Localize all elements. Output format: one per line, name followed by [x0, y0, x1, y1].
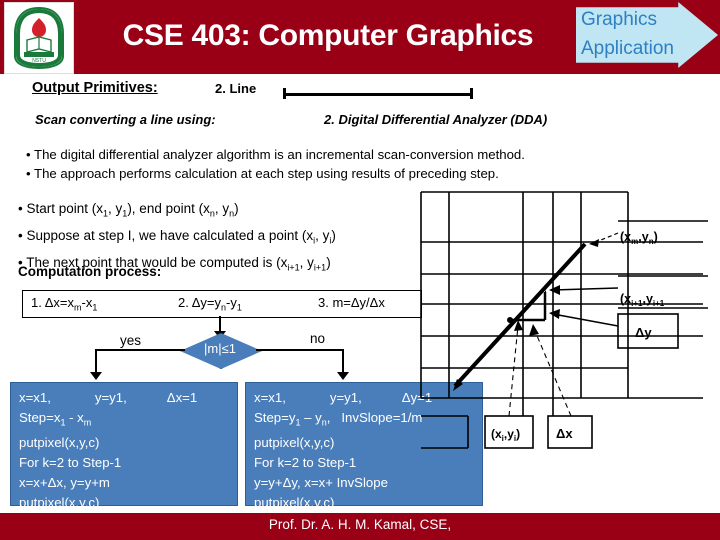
label-end-point: (xm,yn) — [620, 230, 658, 246]
presenter-credit: Prof. Dr. A. H. M. Kamal, CSE, — [268, 517, 452, 532]
callout-next-leader — [552, 287, 619, 291]
list-item: • The digital differential analyzer algo… — [26, 147, 525, 162]
callout-dy-leader — [552, 313, 619, 327]
label-delta-x: Δx — [556, 426, 573, 441]
code-line: putpixel(x,y,c) — [254, 494, 335, 510]
callout-end-arrow-icon — [589, 239, 599, 247]
code-block-yes: x=x1, y=y1, Δx=1 Step=x1 - xm putpixel(x,y… — [10, 382, 238, 510]
branch-yes-label: yes — [120, 333, 142, 348]
branch-no-drop — [342, 349, 344, 374]
output-primitives-row: Output Primitives: 2. Line — [0, 80, 720, 104]
slide-footer: Prof. Dr. A. H. M. Kamal, CSE, — [0, 513, 720, 540]
step-2-label: 2. Δy=yn-y1 — [178, 295, 242, 313]
branch-no-line — [256, 349, 344, 351]
label-delta-y: Δy — [635, 325, 652, 340]
topic-line-label: 2. Line — [215, 81, 257, 96]
list-item: • Start point (x1, y1), end point (xn, y… — [18, 201, 239, 219]
scan-line — [453, 242, 587, 388]
code-line: x=x1, y=y1, Δx=1 — [19, 390, 198, 405]
code-line: putpixel(x,y,c) — [19, 494, 100, 510]
slide-header: NSTU CSE 403: Computer Graphics Graphics… — [0, 0, 720, 74]
university-crest-icon: NSTU — [14, 6, 64, 70]
branch-yes-line — [95, 349, 185, 351]
page-title: CSE 403: Computer Graphics — [122, 19, 534, 52]
code-line: Step=x1 - xm — [19, 410, 92, 428]
label-next-point: (xi+1,yi+1 — [620, 292, 665, 308]
code-line: putpixel(x,y,c) — [19, 434, 100, 450]
segment-bar — [283, 93, 473, 96]
point-xi — [507, 317, 513, 323]
code-line: x=x+Δx, y=y+m — [19, 474, 110, 490]
callout-xi-leader — [508, 325, 519, 417]
university-logo: NSTU — [4, 2, 74, 74]
code-line: For k=2 to Step-1 — [19, 454, 122, 470]
branch-yes-arrow-icon — [90, 372, 102, 380]
scan-convert-row: Scan converting a line using: 2. Digital… — [0, 112, 720, 134]
callout-line-2: Application — [581, 38, 674, 59]
computation-process-label: Computation process: — [18, 264, 162, 279]
branch-no-arrow-icon — [337, 372, 349, 380]
callout-dx-arrow-icon — [529, 324, 539, 336]
decision-label: |m|≤1 — [204, 341, 236, 356]
dda-grid-svg: (xm,yn) (xi+1,yi+1 Δy (xi,yi) Δx — [420, 191, 708, 449]
list-item: • Suppose at step I, we have calculated … — [18, 228, 336, 246]
callout-next-arrow-icon — [549, 285, 560, 295]
callout-line-1: Graphics — [581, 9, 658, 30]
scan-converting-label: Scan converting a line using: — [35, 112, 216, 127]
line-segment-illustration — [283, 88, 473, 99]
graphics-application-callout: Graphics Application — [576, 2, 718, 68]
branch-no-label: no — [310, 331, 326, 346]
step-3-label: 3. m=Δy/Δx — [318, 295, 385, 310]
step-1-label: 1. Δx=xm-x1 — [31, 295, 98, 313]
computation-steps-box: 1. Δx=xm-x1 2. Δy=yn-y1 3. m=Δy/Δx — [22, 290, 422, 318]
dda-grid-diagram: (xm,yn) (xi+1,yi+1 Δy (xi,yi) Δx — [413, 186, 720, 476]
segment-right-cap — [470, 88, 473, 99]
label-current-point: (xi,yi) — [491, 427, 520, 443]
callout-dy-arrow-icon — [549, 309, 560, 319]
branch-yes-drop — [95, 349, 97, 374]
list-item: • The approach performs calculation at e… — [26, 166, 499, 181]
svg-text:NSTU: NSTU — [32, 58, 46, 64]
intro-bullet-list: • The digital differential analyzer algo… — [0, 145, 720, 183]
dda-method-label: 2. Digital Differential Analyzer (DDA) — [324, 112, 548, 127]
output-primitives-label: Output Primitives: — [32, 80, 158, 96]
